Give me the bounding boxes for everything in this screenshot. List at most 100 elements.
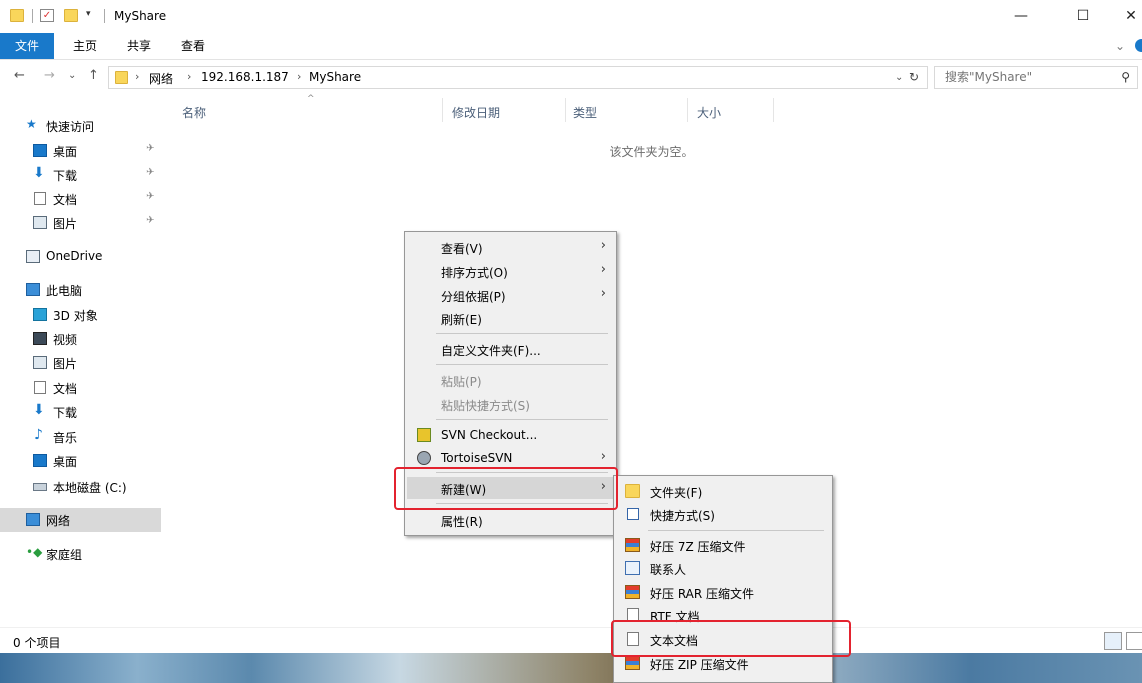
nav-onedrive[interactable]: OneDrive xyxy=(0,245,161,269)
address-bar[interactable]: › 网络 › 192.168.1.187 › MyShare ⌄ ↻ xyxy=(108,66,928,89)
submenu-item-folder[interactable]: 文件夹(F) xyxy=(616,480,830,503)
folder-icon xyxy=(625,484,640,498)
submenu-item-7z-archive[interactable]: 好压 7Z 压缩文件 xyxy=(616,534,830,557)
properties-check-icon[interactable]: ✓ xyxy=(40,9,54,22)
breadcrumb-network[interactable]: 网络 xyxy=(149,70,173,87)
recent-locations-button[interactable]: ⌄ xyxy=(68,70,76,81)
refresh-icon[interactable]: ↻ xyxy=(909,70,919,84)
archive-icon xyxy=(625,538,640,552)
column-divider[interactable] xyxy=(565,98,566,122)
nav-quick-pictures[interactable]: 图片 ✈ xyxy=(0,211,161,235)
nav-quick-access[interactable]: ★ 快速访问 xyxy=(0,114,161,138)
pin-icon[interactable]: ✈ xyxy=(146,215,154,226)
menu-separator xyxy=(436,419,608,420)
submenu-item-label: 好压 ZIP 压缩文件 xyxy=(650,658,749,672)
tab-share[interactable]: 共享 xyxy=(116,33,162,59)
breadcrumb-separator: › xyxy=(297,70,302,83)
column-header-date[interactable]: 修改日期 xyxy=(452,104,500,121)
minimize-button[interactable]: — xyxy=(998,0,1044,33)
menu-item-view[interactable]: 查看(V) › xyxy=(407,236,614,258)
menu-item-label: 自定义文件夹(F)... xyxy=(441,344,541,358)
maximize-button[interactable]: ☐ xyxy=(1060,0,1106,33)
nav-label: 下载 xyxy=(53,406,78,420)
nav-local-disk-c[interactable]: 本地磁盘 (C:) xyxy=(0,475,161,499)
up-button[interactable]: ↑ xyxy=(88,68,99,83)
network-icon xyxy=(26,513,40,526)
tab-file[interactable]: 文件 xyxy=(0,33,54,59)
address-dropdown-icon[interactable]: ⌄ xyxy=(895,72,903,83)
nav-videos[interactable]: 视频 xyxy=(0,327,161,351)
nav-label: 桌面 xyxy=(53,455,78,469)
nav-quick-documents[interactable]: 文档 ✈ xyxy=(0,187,161,211)
nav-3d-objects[interactable]: 3D 对象 xyxy=(0,303,161,327)
nav-desktop[interactable]: 桌面 xyxy=(0,449,161,473)
menu-item-tortoisesvn[interactable]: TortoiseSVN › xyxy=(407,447,614,469)
submenu-arrow-icon: › xyxy=(600,286,606,301)
column-header-name[interactable]: 名称 xyxy=(182,104,206,121)
column-divider[interactable] xyxy=(442,98,443,122)
column-header-type[interactable]: 类型 xyxy=(573,104,597,121)
breadcrumb-host[interactable]: 192.168.1.187 xyxy=(201,70,289,84)
video-icon xyxy=(33,332,47,345)
column-divider[interactable] xyxy=(687,98,688,122)
search-icon[interactable]: ⚲ xyxy=(1121,70,1130,84)
nav-network[interactable]: 网络 xyxy=(0,508,161,532)
menu-item-svn-checkout[interactable]: SVN Checkout... xyxy=(407,424,614,446)
nav-homegroup[interactable]: •◆ 家庭组 xyxy=(0,542,161,566)
menu-item-properties[interactable]: 属性(R) xyxy=(407,509,614,531)
search-box[interactable]: ⚲ xyxy=(934,66,1138,89)
column-header-size[interactable]: 大小 xyxy=(697,104,721,121)
search-input[interactable] xyxy=(945,70,1105,84)
menu-separator xyxy=(436,333,608,334)
large-icons-view-icon[interactable] xyxy=(1126,632,1142,650)
nav-downloads[interactable]: ⬇ 下载 xyxy=(0,400,161,424)
contact-icon xyxy=(625,561,640,575)
menu-item-sort-by[interactable]: 排序方式(O) › xyxy=(407,260,614,282)
menu-item-paste[interactable]: 粘贴(P) xyxy=(407,369,614,391)
submenu-item-label: 好压 7Z 压缩文件 xyxy=(650,540,746,554)
menu-item-refresh[interactable]: 刷新(E) xyxy=(407,307,614,329)
close-button[interactable]: ✕ xyxy=(1108,0,1142,33)
help-icon[interactable] xyxy=(1135,39,1142,52)
new-folder-icon[interactable] xyxy=(64,9,78,22)
window-title: MyShare xyxy=(114,9,167,23)
menu-separator xyxy=(436,364,608,365)
nav-label: 家庭组 xyxy=(46,548,83,562)
details-view-icon[interactable] xyxy=(1104,632,1122,650)
nav-quick-desktop[interactable]: 桌面 ✈ xyxy=(0,139,161,163)
desktop-icon xyxy=(33,144,47,157)
pictures-icon xyxy=(33,356,47,369)
menu-item-label: 粘贴快捷方式(S) xyxy=(441,399,530,413)
nav-label: 文档 xyxy=(53,193,78,207)
submenu-item-rar-archive[interactable]: 好压 RAR 压缩文件 xyxy=(616,581,830,604)
customize-quick-access-icon[interactable]: ▾ xyxy=(86,9,100,22)
menu-item-label: TortoiseSVN xyxy=(441,451,513,465)
tab-home[interactable]: 主页 xyxy=(62,33,108,59)
pin-icon[interactable]: ✈ xyxy=(146,167,154,178)
menu-item-group-by[interactable]: 分组依据(P) › xyxy=(407,284,614,306)
submenu-item-contact[interactable]: 联系人 xyxy=(616,557,830,580)
submenu-item-shortcut[interactable]: 快捷方式(S) xyxy=(616,503,830,526)
highlight-new-item xyxy=(394,467,618,510)
nav-label: 桌面 xyxy=(53,145,78,159)
nav-label: 图片 xyxy=(53,217,78,231)
breadcrumb-separator: › xyxy=(187,70,192,83)
menu-item-customize-folder[interactable]: 自定义文件夹(F)... xyxy=(407,338,614,360)
pin-icon[interactable]: ✈ xyxy=(146,143,154,154)
back-button[interactable]: ← xyxy=(14,68,25,83)
pin-icon[interactable]: ✈ xyxy=(146,191,154,202)
menu-item-label: 排序方式(O) xyxy=(441,266,508,280)
nav-label: 下载 xyxy=(53,169,78,183)
nav-documents[interactable]: 文档 xyxy=(0,376,161,400)
tab-view[interactable]: 查看 xyxy=(170,33,216,59)
expand-ribbon-icon[interactable]: ⌄ xyxy=(1110,33,1130,59)
nav-label: 文档 xyxy=(53,382,78,396)
nav-this-pc[interactable]: 此电脑 xyxy=(0,278,161,302)
nav-pictures[interactable]: 图片 xyxy=(0,351,161,375)
nav-quick-downloads[interactable]: ⬇ 下载 ✈ xyxy=(0,163,161,187)
forward-button[interactable]: → xyxy=(44,68,55,83)
breadcrumb-myshare[interactable]: MyShare xyxy=(309,70,361,84)
nav-music[interactable]: ♪ 音乐 xyxy=(0,425,161,449)
menu-item-paste-shortcut[interactable]: 粘贴快捷方式(S) xyxy=(407,393,614,415)
column-divider[interactable] xyxy=(773,98,774,122)
